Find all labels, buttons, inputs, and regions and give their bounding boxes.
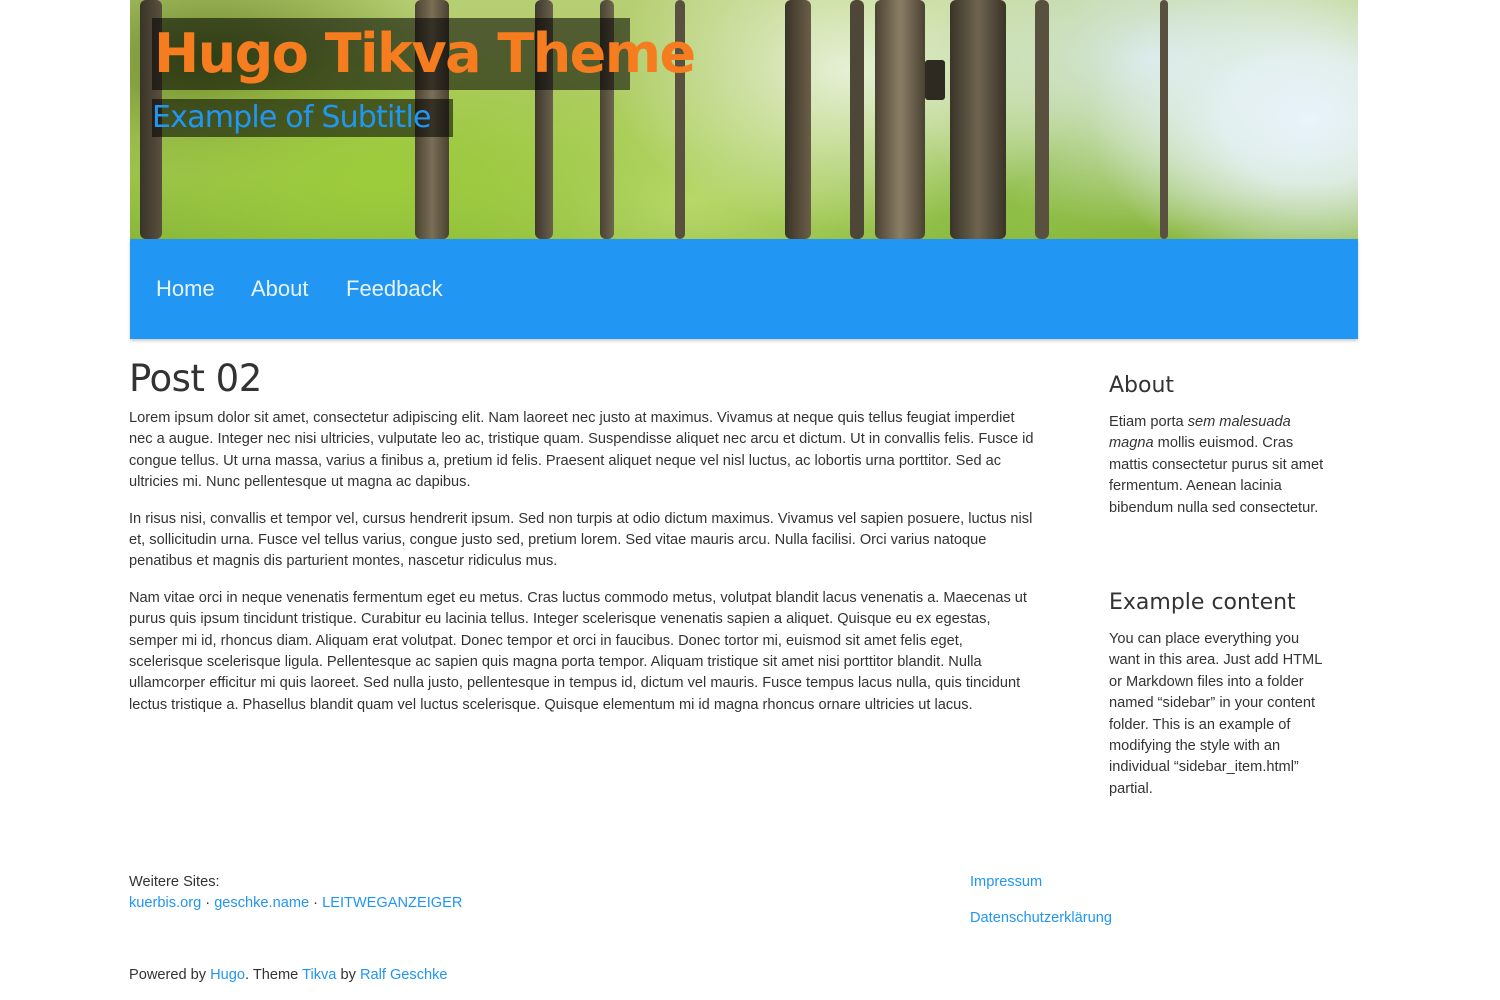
hugo-link[interactable]: Hugo: [210, 967, 245, 983]
footer-separator: ·: [309, 895, 323, 912]
birdhouse-icon: [925, 60, 945, 100]
footer-legal: Impressum Datenschutzerklärung: [970, 872, 1112, 929]
post-paragraph: Lorem ipsum dolor sit amet, consectetur …: [129, 410, 1034, 491]
footer-separator: ·: [201, 895, 215, 912]
theme-tikva-link[interactable]: Tikva: [302, 967, 336, 983]
site-title-box: Hugo Tikva Theme: [152, 18, 696, 90]
sidebar-about-heading: About: [1109, 373, 1175, 398]
footer-site-link-geschke[interactable]: geschke.name: [214, 895, 309, 911]
sidebar-about-text: Etiam porta sem malesuada magna mollis e…: [1109, 412, 1331, 519]
footer-impressum-link[interactable]: Impressum: [970, 874, 1042, 890]
site-subtitle: Example of Subtitle: [152, 100, 432, 135]
by-text: by: [336, 967, 360, 983]
site-title[interactable]: Hugo Tikva Theme: [154, 22, 696, 86]
footer-privacy-link[interactable]: Datenschutzerklärung: [970, 910, 1112, 926]
footer-sites-label: Weitere Sites:: [129, 874, 220, 890]
footer-site-link-leitweganzeiger[interactable]: LEITWEGANZEIGER: [322, 895, 462, 911]
footer-site-link-kuerbis[interactable]: kuerbis.org: [129, 895, 201, 911]
sidebar-example-heading: Example content: [1109, 590, 1296, 616]
post-title: Post 02: [129, 357, 262, 400]
sidebar-example-section: Example content You can place everything…: [1109, 587, 1331, 800]
post-paragraph: In risus nisi, convallis et tempor vel, …: [129, 510, 1033, 570]
footer-sites: Weitere Sites: kuerbis.org · geschke.nam…: [129, 872, 462, 915]
page: Hugo Tikva Theme Example of Subtitle Hom…: [0, 0, 1500, 1000]
main-navbar: Home About Feedback: [130, 239, 1358, 339]
site-subtitle-box: Example of Subtitle: [152, 99, 453, 137]
sidebar-about-section: About Etiam porta sem malesuada magna mo…: [1109, 370, 1331, 519]
post-paragraph: Nam vitae orci in neque venenatis fermen…: [129, 589, 1027, 713]
theme-text: . Theme: [245, 967, 303, 983]
sidebar: About Etiam porta sem malesuada magna mo…: [1109, 370, 1331, 800]
powered-by-prefix: Powered by: [129, 967, 211, 983]
nav-feedback-link[interactable]: Feedback: [346, 239, 443, 339]
nav-about-link[interactable]: About: [251, 239, 309, 339]
post-body: Lorem ipsum dolor sit amet, consectetur …: [129, 408, 1039, 731]
sidebar-example-text: You can place everything you want in thi…: [1109, 631, 1322, 797]
author-link[interactable]: Ralf Geschke: [360, 967, 448, 983]
footer-powered-by: Powered by Hugo. Theme Tikva by Ralf Ges…: [129, 965, 448, 986]
sidebar-about-text-start: Etiam porta: [1109, 414, 1188, 430]
nav-home-link[interactable]: Home: [156, 239, 215, 339]
footer-sites-links: kuerbis.org · geschke.name · LEITWEGANZE…: [129, 893, 462, 914]
